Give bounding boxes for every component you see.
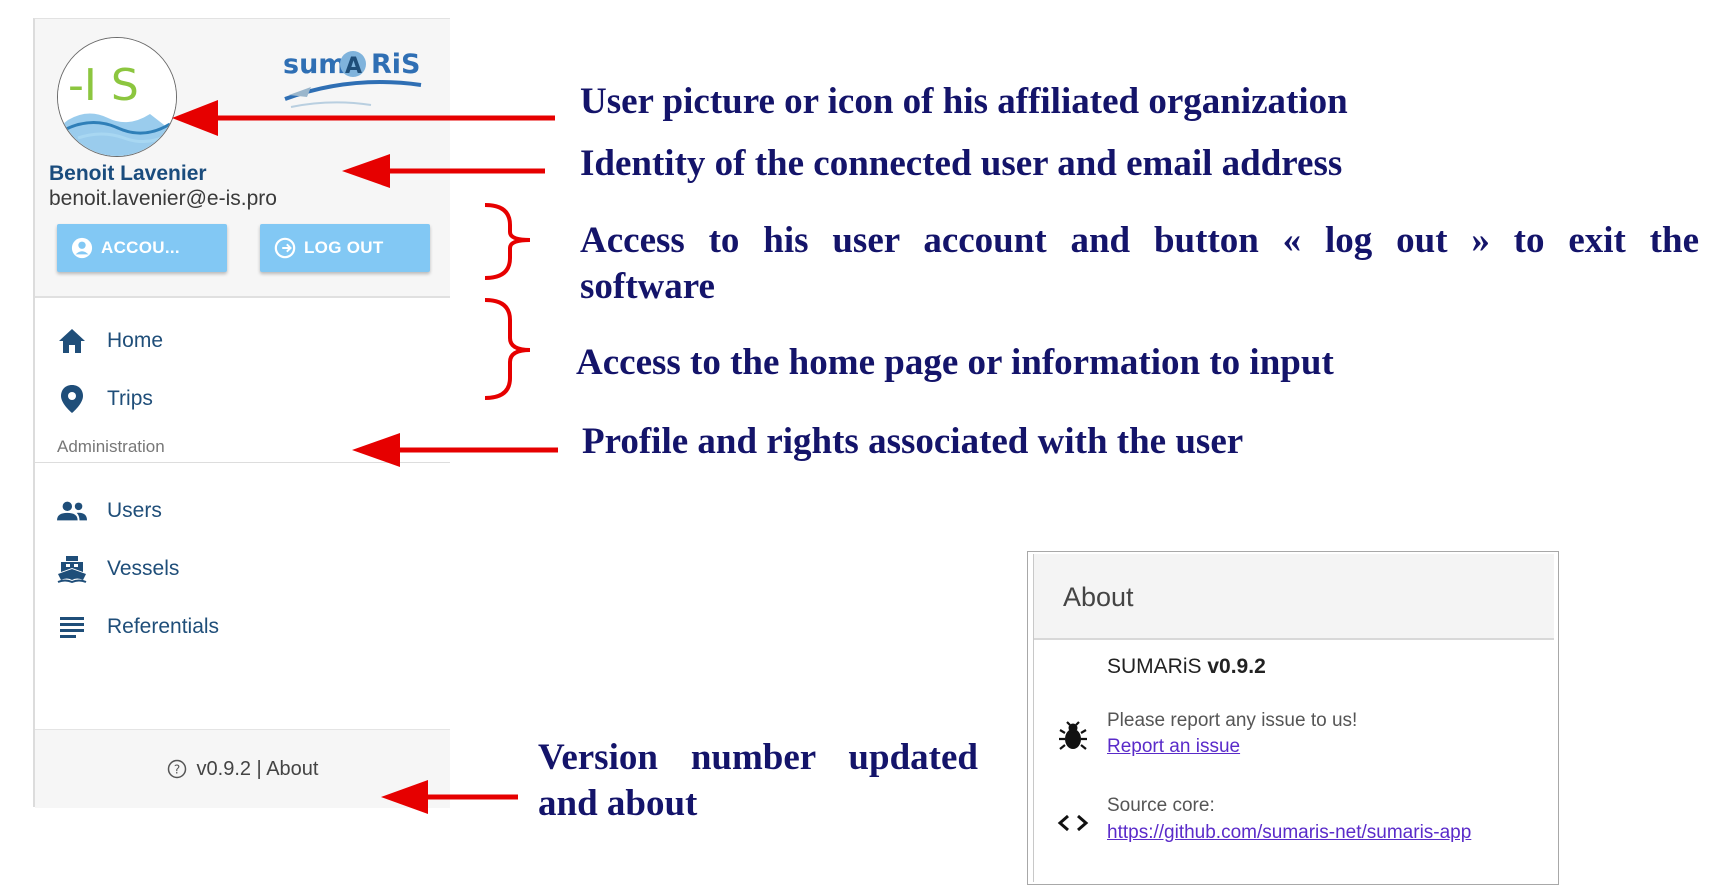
list-icon: [57, 612, 87, 642]
annotation-version-line2: and about: [538, 783, 698, 824]
annotation-buttons: Access to his user account and button « …: [580, 218, 1699, 310]
svg-text:A: A: [345, 54, 362, 79]
about-dialog-header: About: [1034, 554, 1554, 640]
version-about-label: v0.9.2 | About: [196, 757, 319, 780]
menu-item-users[interactable]: Users: [57, 489, 162, 533]
account-circle-icon: [71, 237, 93, 259]
code-brackets-icon: [1056, 806, 1090, 840]
about-dialog: About SUMARiS v0.9.2 Please report any i…: [1027, 551, 1559, 885]
location-pin-icon: [57, 384, 87, 414]
help-circle-icon: ?: [167, 759, 186, 779]
source-core-label: Source core:: [1107, 795, 1215, 816]
annotation-buttons-line1: Access to his user account and button « …: [580, 220, 1699, 261]
user-avatar[interactable]: -I S: [57, 37, 177, 157]
user-email: benoit.lavenier@e-is.pro: [49, 187, 277, 210]
report-issue-link[interactable]: Report an issue: [1107, 736, 1240, 758]
account-button-label: ACCOU...: [101, 238, 180, 257]
bug-icon: [1056, 720, 1090, 754]
boat-icon: [57, 554, 87, 584]
menu-item-referentials[interactable]: Referentials: [57, 605, 219, 649]
section-divider: [35, 462, 450, 463]
menu-header: -I S sum A RiS Benoit Lavenier benoit.la…: [35, 19, 450, 298]
about-app-version: SUMARiS v0.9.2: [1107, 655, 1266, 679]
brace-buttons: [484, 203, 531, 280]
user-name: Benoit Lavenier: [49, 162, 207, 185]
sumaris-logo: sum A RiS: [271, 35, 431, 123]
account-button[interactable]: ACCOU...: [57, 224, 227, 272]
brace-navigation: [484, 298, 531, 400]
logout-button[interactable]: LOG OUT: [260, 224, 430, 272]
menu-item-label: Trips: [107, 387, 153, 410]
annotation-profile: Profile and rights associated with the u…: [582, 421, 1244, 462]
report-issue-text: Please report any issue to us!: [1107, 710, 1358, 731]
about-app-name: SUMARiS: [1107, 655, 1202, 678]
annotation-avatar: User picture or icon of his affiliated o…: [580, 81, 1348, 122]
menu-item-vessels[interactable]: Vessels: [57, 547, 179, 591]
source-core-link[interactable]: https://github.com/sumaris-net/sumaris-a…: [1107, 822, 1471, 844]
svg-text:RiS: RiS: [371, 49, 421, 80]
svg-text:?: ?: [173, 763, 179, 777]
menu-item-trips[interactable]: Trips: [57, 377, 153, 421]
side-menu: -I S sum A RiS Benoit Lavenier benoit.la…: [33, 18, 450, 808]
menu-item-label: Referentials: [107, 615, 220, 638]
annotation-buttons-line2: software: [580, 266, 715, 307]
menu-item-label: Vessels: [107, 557, 180, 580]
about-version-number: v0.9.2: [1207, 655, 1266, 678]
annotation-navigation: Access to the home page or information t…: [576, 342, 1334, 383]
annotation-identity: Identity of the connected user and email…: [580, 143, 1343, 184]
people-icon: [57, 496, 87, 526]
logout-icon: [274, 237, 296, 259]
menu-item-label: Home: [107, 329, 164, 352]
menu-footer-about-link[interactable]: ? v0.9.2 | About: [35, 729, 450, 808]
organization-logo-icon: -I S: [58, 38, 176, 156]
annotation-version: Version number updated and about: [538, 735, 978, 827]
section-label-administration: Administration: [57, 437, 165, 456]
menu-item-home[interactable]: Home: [57, 319, 163, 363]
svg-text:sum: sum: [283, 49, 346, 80]
menu-item-label: Users: [107, 499, 162, 522]
home-icon: [57, 326, 87, 356]
about-title: About: [1063, 582, 1134, 612]
svg-text:-I S: -I S: [68, 60, 139, 111]
logout-button-label: LOG OUT: [304, 238, 384, 257]
annotation-version-line1: Version number updated: [538, 737, 978, 778]
